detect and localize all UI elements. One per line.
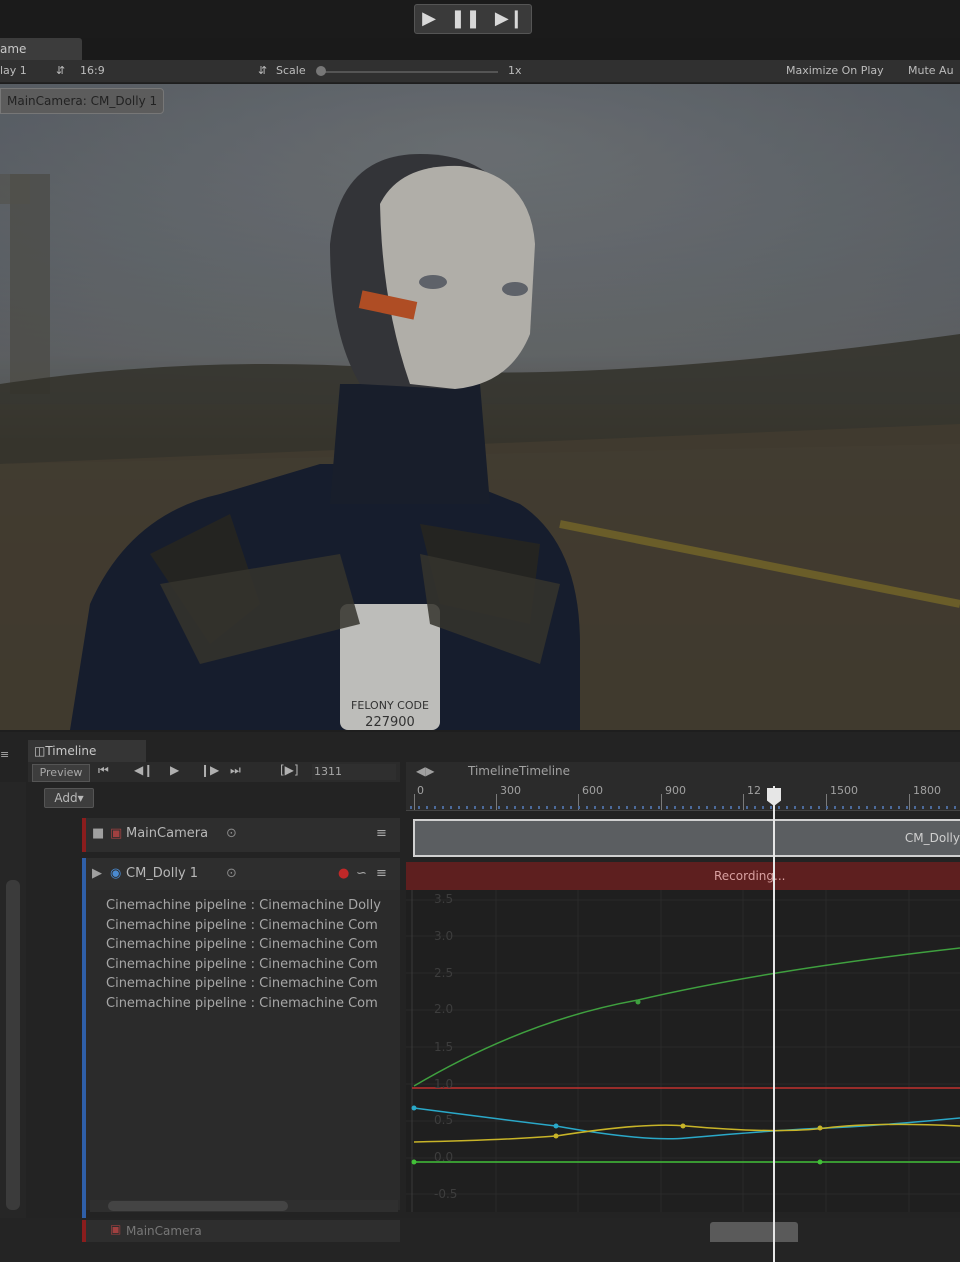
curve-axis-label: 1.5: [434, 1040, 454, 1054]
add-track-label: Add: [54, 791, 78, 805]
camera-object-icon: ▣: [110, 826, 123, 841]
cinemachine-shot-clip[interactable]: CM_Dolly: [413, 819, 960, 857]
track-header-maincamera[interactable]: ■ ▣ MainCamera ⊙ ≡: [82, 818, 400, 852]
scale-value: 1x: [508, 64, 522, 77]
ruler-frame-markers: [410, 806, 960, 809]
track-menu-icon[interactable]: ≡: [376, 826, 387, 841]
track-color-accent: [82, 1220, 86, 1242]
recording-band[interactable]: [406, 862, 960, 890]
go-to-end-icon[interactable]: ⏭: [230, 763, 241, 778]
bottom-clip[interactable]: [710, 1222, 798, 1242]
preview-button[interactable]: Preview: [32, 764, 90, 782]
ruler-label: 0: [417, 784, 424, 797]
game-viewport[interactable]: FELONY CODE 227900: [0, 84, 960, 730]
timeline-tab-label: Timeline: [45, 744, 97, 758]
timeline-asset-bar: ◀▶ TimelineTimeline: [406, 762, 960, 782]
animated-property-list: Cinemachine pipeline : Cinemachine Dolly…: [106, 896, 402, 1013]
track-header-cm-dolly[interactable]: ▶ ◉ CM_Dolly 1 ⊙ ● ∽ ≡: [82, 858, 400, 892]
active-camera-label: MainCamera: CM_Dolly 1: [0, 88, 165, 114]
track-name: CM_Dolly 1: [126, 866, 199, 881]
ruler-label: 600: [582, 784, 603, 797]
play-icon[interactable]: ▶: [422, 10, 436, 28]
curve-axis-label: 3.0: [434, 929, 454, 943]
curve-axis-label: 0.5: [434, 1113, 454, 1127]
add-track-button[interactable]: Add▾: [44, 788, 94, 808]
pause-icon[interactable]: ❚❚: [450, 10, 480, 28]
scale-slider-track[interactable]: [318, 71, 498, 73]
mute-audio-toggle[interactable]: Mute Au: [908, 64, 954, 77]
track-color-accent: [82, 818, 86, 852]
curve-axis-label: 0.0: [434, 1150, 454, 1164]
game-tab[interactable]: ame: [0, 38, 82, 60]
play-controls: ▶ ❚❚ ▶❙: [414, 4, 532, 34]
ruler-label: 900: [665, 784, 686, 797]
aspect-dropdown-arrow-icon[interactable]: ⇵: [258, 64, 267, 77]
previous-frame-icon[interactable]: ◀❙: [134, 763, 153, 777]
scale-label: Scale: [276, 64, 306, 77]
track-color-accent: [82, 890, 86, 1220]
ruler-label: 1800: [913, 784, 941, 797]
track-toggle-icon[interactable]: ■: [92, 826, 104, 841]
property-row[interactable]: Cinemachine pipeline : Cinemachine Dolly: [106, 896, 402, 916]
timeline-tab-icon: ◫: [34, 744, 46, 758]
curve-axis-label: 2.0: [434, 1002, 454, 1016]
track-color-accent: [82, 858, 86, 892]
game-tab-row: [0, 38, 960, 60]
curve-editor[interactable]: [406, 890, 960, 1212]
ruler-label: 12: [747, 784, 761, 797]
display-dropdown-arrow-icon[interactable]: ⇵: [56, 64, 65, 77]
aspect-dropdown[interactable]: 16:9: [80, 64, 105, 77]
track-menu-icon[interactable]: ≡: [376, 866, 387, 881]
horizontal-scrollbar-thumb[interactable]: [108, 1201, 288, 1211]
display-dropdown[interactable]: lay 1: [0, 64, 27, 77]
next-frame-icon[interactable]: ❙▶: [200, 763, 219, 777]
ruler-label: 1500: [830, 784, 858, 797]
playhead-line[interactable]: [773, 786, 775, 1262]
track-name: MainCamera: [126, 826, 209, 841]
play-range-icon[interactable]: [▶]: [280, 763, 299, 777]
window-menu-icon[interactable]: ≡: [0, 748, 9, 761]
curve-axis-label: 2.5: [434, 966, 454, 980]
record-icon[interactable]: ●: [338, 866, 349, 881]
asset-nav-icon[interactable]: ◀▶: [416, 764, 434, 778]
property-row[interactable]: Cinemachine pipeline : Cinemachine Com: [106, 955, 402, 975]
go-to-start-icon[interactable]: ⏮: [98, 763, 109, 778]
curves-toggle-icon[interactable]: ∽: [356, 866, 367, 881]
property-row[interactable]: Cinemachine pipeline : Cinemachine Com: [106, 916, 402, 936]
property-row[interactable]: Cinemachine pipeline : Cinemachine Com: [106, 994, 402, 1014]
curve-axis-label: -0.5: [434, 1187, 458, 1201]
track-header-maincamera-2[interactable]: ▣ MainCamera: [82, 1220, 400, 1242]
vertical-scrollbar[interactable]: [6, 880, 20, 1210]
object-picker-icon[interactable]: ⊙: [226, 826, 237, 841]
scene-render: FELONY CODE 227900: [0, 84, 960, 730]
object-picker-icon[interactable]: ⊙: [226, 866, 237, 881]
step-icon[interactable]: ▶❙: [495, 10, 524, 28]
current-frame-field[interactable]: 1311: [312, 764, 396, 780]
scale-slider-handle[interactable]: [316, 66, 326, 76]
clip-label: CM_Dolly: [904, 831, 960, 845]
camera-object-icon: ▣: [110, 1222, 122, 1236]
property-row[interactable]: Cinemachine pipeline : Cinemachine Com: [106, 974, 402, 994]
play-timeline-icon[interactable]: ▶: [170, 763, 179, 777]
curve-axis-label: 1.0: [434, 1077, 454, 1091]
track-name: MainCamera: [126, 1224, 202, 1238]
timeline-asset-name: TimelineTimeline: [468, 764, 571, 778]
ruler-label: 300: [500, 784, 521, 797]
property-row[interactable]: Cinemachine pipeline : Cinemachine Com: [106, 935, 402, 955]
timeline-tab[interactable]: ◫Timeline: [28, 740, 146, 762]
animator-object-icon: ◉: [110, 866, 122, 881]
dropdown-arrow-icon: ▾: [77, 791, 84, 805]
maximize-on-play-toggle[interactable]: Maximize On Play: [786, 64, 884, 77]
curve-axis-label: 3.5: [434, 892, 454, 906]
curve-editor-plot: [406, 890, 960, 1212]
expand-track-icon[interactable]: ▶: [92, 866, 102, 881]
